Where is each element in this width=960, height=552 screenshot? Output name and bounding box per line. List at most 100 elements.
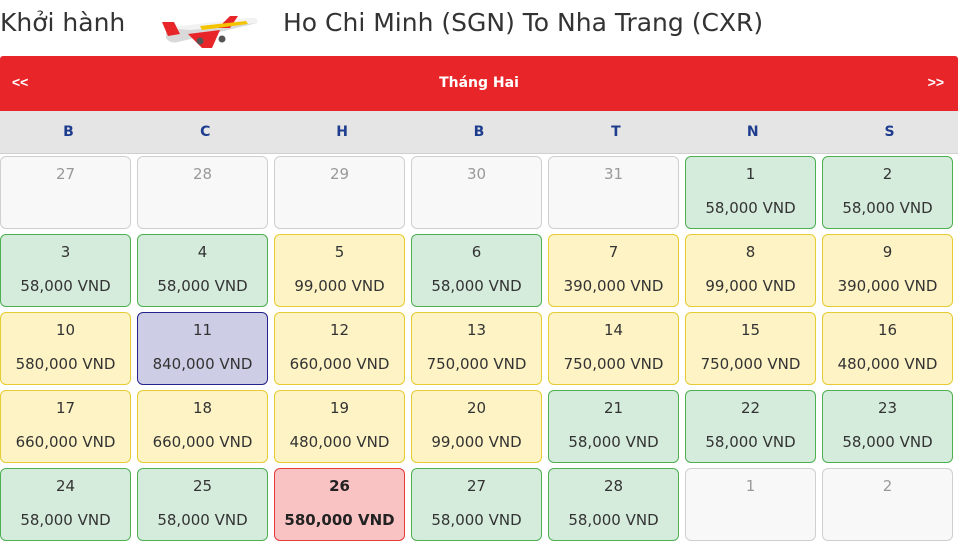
day-number: 29 bbox=[329, 165, 350, 183]
fare-price: 480,000 VND bbox=[837, 355, 938, 373]
weekday-label: B bbox=[473, 124, 485, 140]
day-cell[interactable]: 23 58,000 VND bbox=[822, 390, 953, 463]
day-number: 25 bbox=[192, 477, 213, 495]
day-cell[interactable]: 2 58,000 VND bbox=[822, 156, 953, 229]
fare-price: 58,000 VND bbox=[431, 511, 522, 529]
day-number: 28 bbox=[603, 477, 624, 495]
day-cell-outside-month: 31 bbox=[548, 156, 679, 229]
fare-price: 99,000 VND bbox=[705, 277, 796, 295]
fare-price: 750,000 VND bbox=[700, 355, 801, 373]
fare-price: 58,000 VND bbox=[568, 511, 659, 529]
day-number: 30 bbox=[466, 165, 487, 183]
day-number: 12 bbox=[329, 321, 350, 339]
weekday-label: B bbox=[63, 124, 74, 140]
day-cell-outside-month: 1 bbox=[685, 468, 816, 541]
day-number: 26 bbox=[329, 477, 350, 495]
day-number: 17 bbox=[55, 399, 76, 417]
day-cell[interactable]: 17 660,000 VND bbox=[0, 390, 131, 463]
day-cell[interactable]: 10 580,000 VND bbox=[0, 312, 131, 385]
next-month-button[interactable]: >> bbox=[928, 74, 944, 90]
day-number: 21 bbox=[603, 399, 624, 417]
fare-price: 840,000 VND bbox=[152, 355, 253, 373]
day-cell[interactable]: 27 58,000 VND bbox=[411, 468, 542, 541]
day-cell[interactable]: 15 750,000 VND bbox=[685, 312, 816, 385]
day-cell[interactable]: 8 99,000 VND bbox=[685, 234, 816, 307]
day-number: 20 bbox=[466, 399, 487, 417]
day-cell[interactable]: 12 660,000 VND bbox=[274, 312, 405, 385]
day-number: 8 bbox=[745, 243, 756, 261]
day-number: 19 bbox=[329, 399, 350, 417]
day-number: 11 bbox=[192, 321, 213, 339]
day-number: 15 bbox=[740, 321, 761, 339]
route-title: Ho Chi Minh (SGN) To Nha Trang (CXR) bbox=[283, 8, 764, 37]
day-cell[interactable]: 16 480,000 VND bbox=[822, 312, 953, 385]
day-cell-outside-month: 2 bbox=[822, 468, 953, 541]
day-cell[interactable]: 24 58,000 VND bbox=[0, 468, 131, 541]
day-number: 22 bbox=[740, 399, 761, 417]
day-number: 28 bbox=[192, 165, 213, 183]
day-cell[interactable]: 3 58,000 VND bbox=[0, 234, 131, 307]
fare-price: 58,000 VND bbox=[20, 511, 111, 529]
day-number: 14 bbox=[603, 321, 624, 339]
day-cell-outside-month: 27 bbox=[0, 156, 131, 229]
plane-icon bbox=[162, 16, 258, 48]
day-number: 6 bbox=[471, 243, 482, 261]
fare-price: 660,000 VND bbox=[152, 433, 253, 451]
fare-price: 58,000 VND bbox=[20, 277, 111, 295]
day-number: 31 bbox=[603, 165, 624, 183]
day-cell[interactable]: 26 580,000 VND bbox=[274, 468, 405, 541]
month-name: Tháng Hai bbox=[439, 75, 519, 91]
day-number: 16 bbox=[877, 321, 898, 339]
weekday-label: N bbox=[746, 124, 759, 140]
day-number: 9 bbox=[882, 243, 893, 261]
day-cell[interactable]: 14 750,000 VND bbox=[548, 312, 679, 385]
fare-price: 58,000 VND bbox=[705, 433, 796, 451]
day-cell[interactable]: 5 99,000 VND bbox=[274, 234, 405, 307]
day-cell[interactable]: 18 660,000 VND bbox=[137, 390, 268, 463]
day-cell[interactable]: 21 58,000 VND bbox=[548, 390, 679, 463]
fare-price: 390,000 VND bbox=[837, 277, 938, 295]
weekday-label: T bbox=[611, 124, 621, 140]
day-number: 5 bbox=[334, 243, 345, 261]
day-cell[interactable]: 1 58,000 VND bbox=[685, 156, 816, 229]
day-number: 24 bbox=[55, 477, 76, 495]
day-number: 3 bbox=[60, 243, 71, 261]
day-cell[interactable]: 20 99,000 VND bbox=[411, 390, 542, 463]
fare-price: 58,000 VND bbox=[568, 433, 659, 451]
fare-price: 58,000 VND bbox=[705, 199, 796, 217]
weekday-label: C bbox=[200, 124, 211, 140]
day-cell-outside-month: 28 bbox=[137, 156, 268, 229]
fare-price: 58,000 VND bbox=[842, 433, 933, 451]
day-number: 7 bbox=[608, 243, 619, 261]
day-cell[interactable]: 7 390,000 VND bbox=[548, 234, 679, 307]
fare-price: 58,000 VND bbox=[431, 277, 522, 295]
fare-price: 750,000 VND bbox=[563, 355, 664, 373]
title-bar: Khởi hành Ho Chi Minh (SGN) To Nha Trang… bbox=[0, 0, 960, 52]
day-number: 1 bbox=[745, 165, 756, 183]
fare-price: 660,000 VND bbox=[289, 355, 390, 373]
fare-price: 99,000 VND bbox=[294, 277, 385, 295]
day-cell[interactable]: 28 58,000 VND bbox=[548, 468, 679, 541]
day-number: 1 bbox=[745, 477, 756, 495]
day-cell-outside-month: 30 bbox=[411, 156, 542, 229]
day-cell[interactable]: 4 58,000 VND bbox=[137, 234, 268, 307]
weekday-label: S bbox=[884, 124, 895, 140]
day-cell[interactable]: 22 58,000 VND bbox=[685, 390, 816, 463]
fare-price: 660,000 VND bbox=[15, 433, 116, 451]
day-number: 4 bbox=[197, 243, 208, 261]
fare-price: 480,000 VND bbox=[289, 433, 390, 451]
day-cell[interactable]: 13 750,000 VND bbox=[411, 312, 542, 385]
weekday-row: B C H B T N S bbox=[0, 111, 958, 154]
day-cell[interactable]: 25 58,000 VND bbox=[137, 468, 268, 541]
fare-price: 580,000 VND bbox=[15, 355, 116, 373]
depart-label: Khởi hành bbox=[0, 8, 126, 37]
fare-price: 750,000 VND bbox=[426, 355, 527, 373]
day-cell[interactable]: 6 58,000 VND bbox=[411, 234, 542, 307]
day-cell[interactable]: 11 840,000 VND bbox=[137, 312, 268, 385]
fare-price: 390,000 VND bbox=[563, 277, 664, 295]
day-cell[interactable]: 19 480,000 VND bbox=[274, 390, 405, 463]
day-number: 10 bbox=[55, 321, 76, 339]
day-number: 27 bbox=[55, 165, 76, 183]
day-cell[interactable]: 9 390,000 VND bbox=[822, 234, 953, 307]
day-number: 2 bbox=[882, 165, 893, 183]
